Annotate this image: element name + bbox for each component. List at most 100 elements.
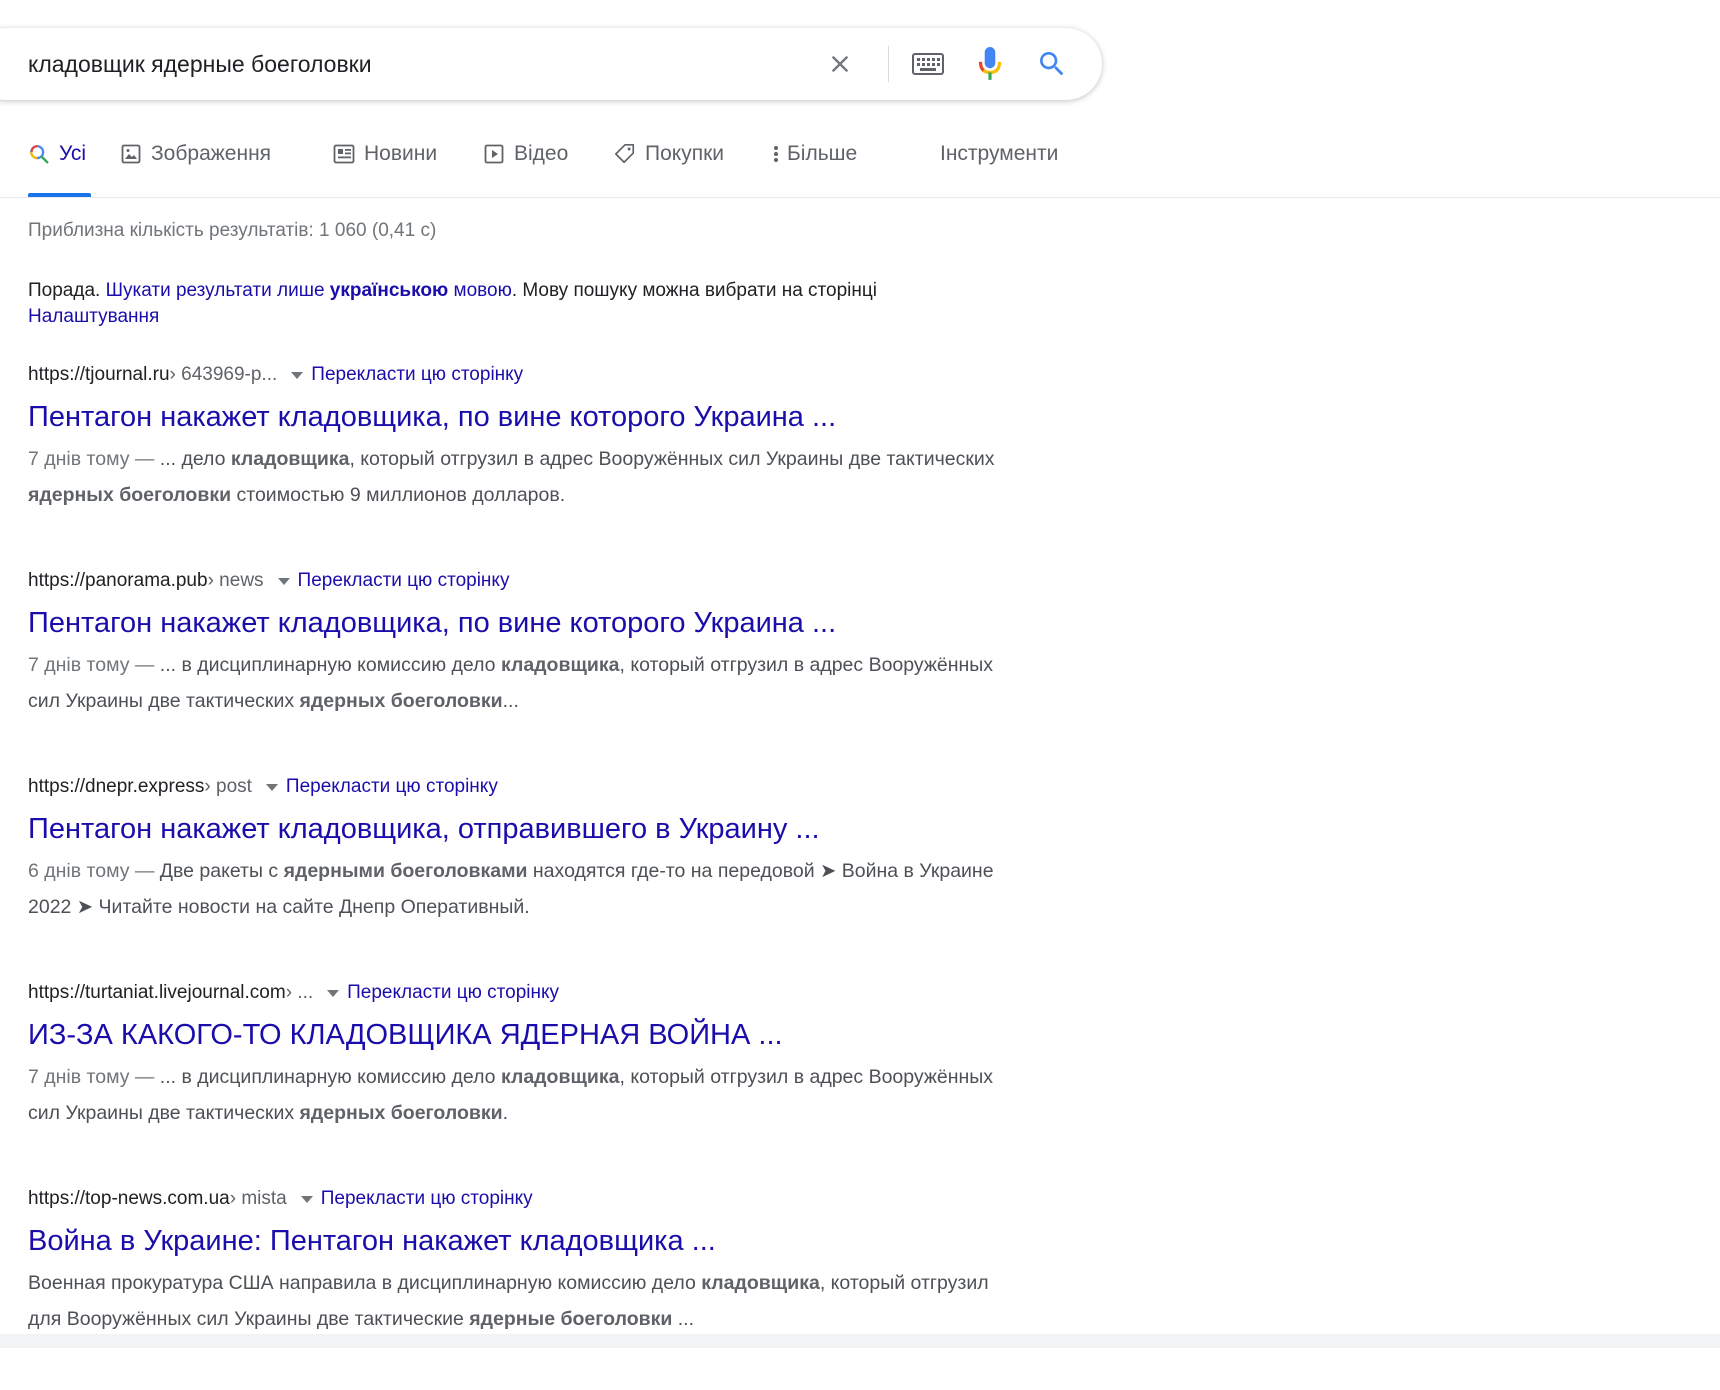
result-domain[interactable]: https://tjournal.ru bbox=[28, 360, 170, 390]
tab-label: Зображення bbox=[151, 142, 272, 165]
result-path: › mista bbox=[229, 1188, 287, 1209]
search-result: https://dnepr.express › post Перекласти ц… bbox=[28, 772, 1028, 978]
snippet-highlight: кладовщика bbox=[701, 1272, 820, 1294]
search-input[interactable] bbox=[28, 28, 788, 100]
tab-label: Відео bbox=[514, 142, 569, 165]
translate-page-link[interactable]: Перекласти цю сторінку bbox=[286, 772, 498, 802]
voice-search-button[interactable] bbox=[970, 28, 1010, 100]
result-snippet: 6 днів тому — Две ракеты с ядерными боег… bbox=[28, 853, 1008, 925]
tip-text: . Мову пошуку можна вибрати на сторінці bbox=[511, 280, 877, 301]
search-box bbox=[0, 28, 1102, 100]
result-date: 7 днів тому — bbox=[28, 448, 160, 470]
result-citation: https://turtaniat.livejournal.com › ... П… bbox=[28, 978, 1028, 1008]
result-citation: https://dnepr.express › post Перекласти ц… bbox=[28, 772, 1028, 802]
snippet-highlight: ядерными боеголовками bbox=[283, 860, 528, 882]
translate-page-link[interactable]: Перекласти цю сторінку bbox=[347, 978, 559, 1008]
snippet-text: . bbox=[502, 1102, 509, 1124]
bottom-edge bbox=[0, 1334, 1720, 1348]
tag-icon bbox=[614, 142, 636, 166]
close-icon bbox=[831, 55, 849, 73]
tip-prefix: Порада. bbox=[28, 280, 101, 301]
result-snippet: 7 днів тому — ... в дисциплинарную комис… bbox=[28, 647, 1008, 719]
snippet-highlight: ядерных боеголовки bbox=[28, 484, 232, 506]
search-multicolor-icon bbox=[28, 142, 50, 166]
result-stats: Приблизна кількість результатів: 1 060 (… bbox=[28, 220, 437, 241]
chevron-down-icon[interactable] bbox=[300, 1195, 313, 1203]
search-divider bbox=[888, 46, 889, 82]
result-citation: https://top-news.com.ua › mista Перекласт… bbox=[28, 1184, 1028, 1214]
result-citation: https://panorama.pub › news Перекласти цю… bbox=[28, 566, 1028, 596]
tabs-divider bbox=[0, 197, 1720, 198]
result-date: 7 днів тому — bbox=[28, 1066, 160, 1088]
language-tip: Порада. Шукати результати лише українськ… bbox=[28, 278, 1038, 330]
snippet-text: ... дело bbox=[159, 448, 231, 470]
result-snippet: 7 днів тому — ... в дисциплинарную комис… bbox=[28, 1059, 1008, 1131]
video-icon bbox=[483, 142, 505, 166]
tab-label: Усі bbox=[59, 142, 87, 165]
chevron-down-icon[interactable] bbox=[277, 577, 290, 585]
microphone-icon bbox=[978, 47, 1002, 80]
image-icon bbox=[120, 142, 142, 166]
keyboard-button[interactable] bbox=[906, 28, 950, 100]
search-result: https://panorama.pub › news Перекласти цю… bbox=[28, 566, 1028, 772]
search-icon bbox=[1040, 52, 1064, 76]
tab-images[interactable]: Зображення bbox=[120, 142, 271, 198]
tab-label: Більше bbox=[787, 142, 858, 165]
tab-label: Інструменти bbox=[940, 142, 1059, 165]
snippet-text: стоимостью 9 миллионов долларов. bbox=[231, 484, 566, 506]
snippet-highlight: кладовщика bbox=[500, 654, 620, 676]
tab-tools[interactable]: Інструменти bbox=[940, 142, 1058, 198]
result-title-link[interactable]: Пентагон накажет кладовщика, по вине кот… bbox=[28, 605, 1028, 641]
snippet-text: ... bbox=[502, 690, 519, 712]
snippet-highlight: ядерные боеголовки bbox=[469, 1308, 673, 1330]
tab-more[interactable]: Більше bbox=[771, 142, 857, 198]
translate-page-link[interactable]: Перекласти цю сторінку bbox=[298, 566, 510, 596]
snippet-text: Две ракеты с bbox=[159, 860, 284, 882]
tab-news[interactable]: Новини bbox=[333, 142, 437, 198]
clear-search-button[interactable] bbox=[820, 28, 860, 100]
tab-label: Покупки bbox=[645, 142, 724, 165]
translate-page-link[interactable]: Перекласти цю сторінку bbox=[311, 360, 523, 390]
tab-video[interactable]: Відео bbox=[483, 142, 568, 198]
result-title-link[interactable]: Пентагон накажет кладовщика, по вине кот… bbox=[28, 399, 1028, 435]
result-snippet: 7 днів тому — ... дело кладовщика, котор… bbox=[28, 441, 1008, 513]
result-path: › ... bbox=[285, 982, 314, 1003]
settings-link[interactable]: Налаштування bbox=[28, 306, 159, 327]
result-domain[interactable]: https://dnepr.express bbox=[28, 772, 204, 802]
search-result: https://tjournal.ru › 643969-p... Перекла… bbox=[28, 360, 1028, 566]
results-list: https://tjournal.ru › 643969-p... Перекла… bbox=[28, 360, 1028, 1390]
language-filter-link[interactable]: Шукати результати лише українською мовою bbox=[106, 280, 512, 301]
snippet-highlight: кладовщика bbox=[230, 448, 350, 470]
search-result: https://top-news.com.ua › mista Перекласт… bbox=[28, 1184, 1028, 1390]
result-path: › 643969-p... bbox=[169, 364, 278, 385]
result-title-link[interactable]: Пентагон накажет кладовщика, отправившег… bbox=[28, 811, 1028, 847]
chevron-down-icon[interactable] bbox=[327, 989, 340, 997]
snippet-text: ... в дисциплинарную комиссию дело bbox=[159, 1066, 501, 1088]
search-result: https://turtaniat.livejournal.com › ... П… bbox=[28, 978, 1028, 1184]
result-title-link[interactable]: ИЗ-ЗА КАКОГО-ТО КЛАДОВЩИКА ЯДЕРНАЯ ВОЙНА… bbox=[28, 1017, 1028, 1053]
translate-page-link[interactable]: Перекласти цю сторінку bbox=[321, 1184, 533, 1214]
chevron-down-icon[interactable] bbox=[265, 783, 278, 791]
chevron-down-icon[interactable] bbox=[291, 371, 304, 379]
result-date: 6 днів тому — bbox=[28, 860, 160, 882]
snippet-text: ... в дисциплинарную комиссию дело bbox=[159, 654, 501, 676]
news-icon bbox=[333, 142, 355, 166]
snippet-highlight: ядерных боеголовки bbox=[299, 1102, 503, 1124]
tab-shopping[interactable]: Покупки bbox=[614, 142, 724, 198]
result-title-link[interactable]: Война в Украине: Пентагон накажет кладов… bbox=[28, 1223, 1028, 1259]
search-submit-button[interactable] bbox=[1030, 28, 1074, 100]
snippet-text: , который отгрузил в адрес Вооружённых с… bbox=[349, 448, 995, 470]
snippet-highlight: кладовщика bbox=[500, 1066, 620, 1088]
result-domain[interactable]: https://turtaniat.livejournal.com bbox=[28, 978, 286, 1008]
keyboard-icon bbox=[912, 53, 944, 75]
tab-all[interactable]: Усі bbox=[28, 142, 91, 198]
snippet-text: Военная прокуратура США направила в дисц… bbox=[28, 1272, 702, 1294]
result-snippet: Военная прокуратура США направила в дисц… bbox=[28, 1265, 1008, 1337]
more-vert-icon bbox=[771, 142, 781, 166]
snippet-highlight: ядерных боеголовки bbox=[299, 690, 503, 712]
result-domain[interactable]: https://top-news.com.ua bbox=[28, 1184, 230, 1214]
tab-label: Новини bbox=[364, 142, 438, 165]
snippet-text: ... bbox=[672, 1308, 695, 1330]
result-domain[interactable]: https://panorama.pub bbox=[28, 566, 208, 596]
result-date: 7 днів тому — bbox=[28, 654, 160, 676]
